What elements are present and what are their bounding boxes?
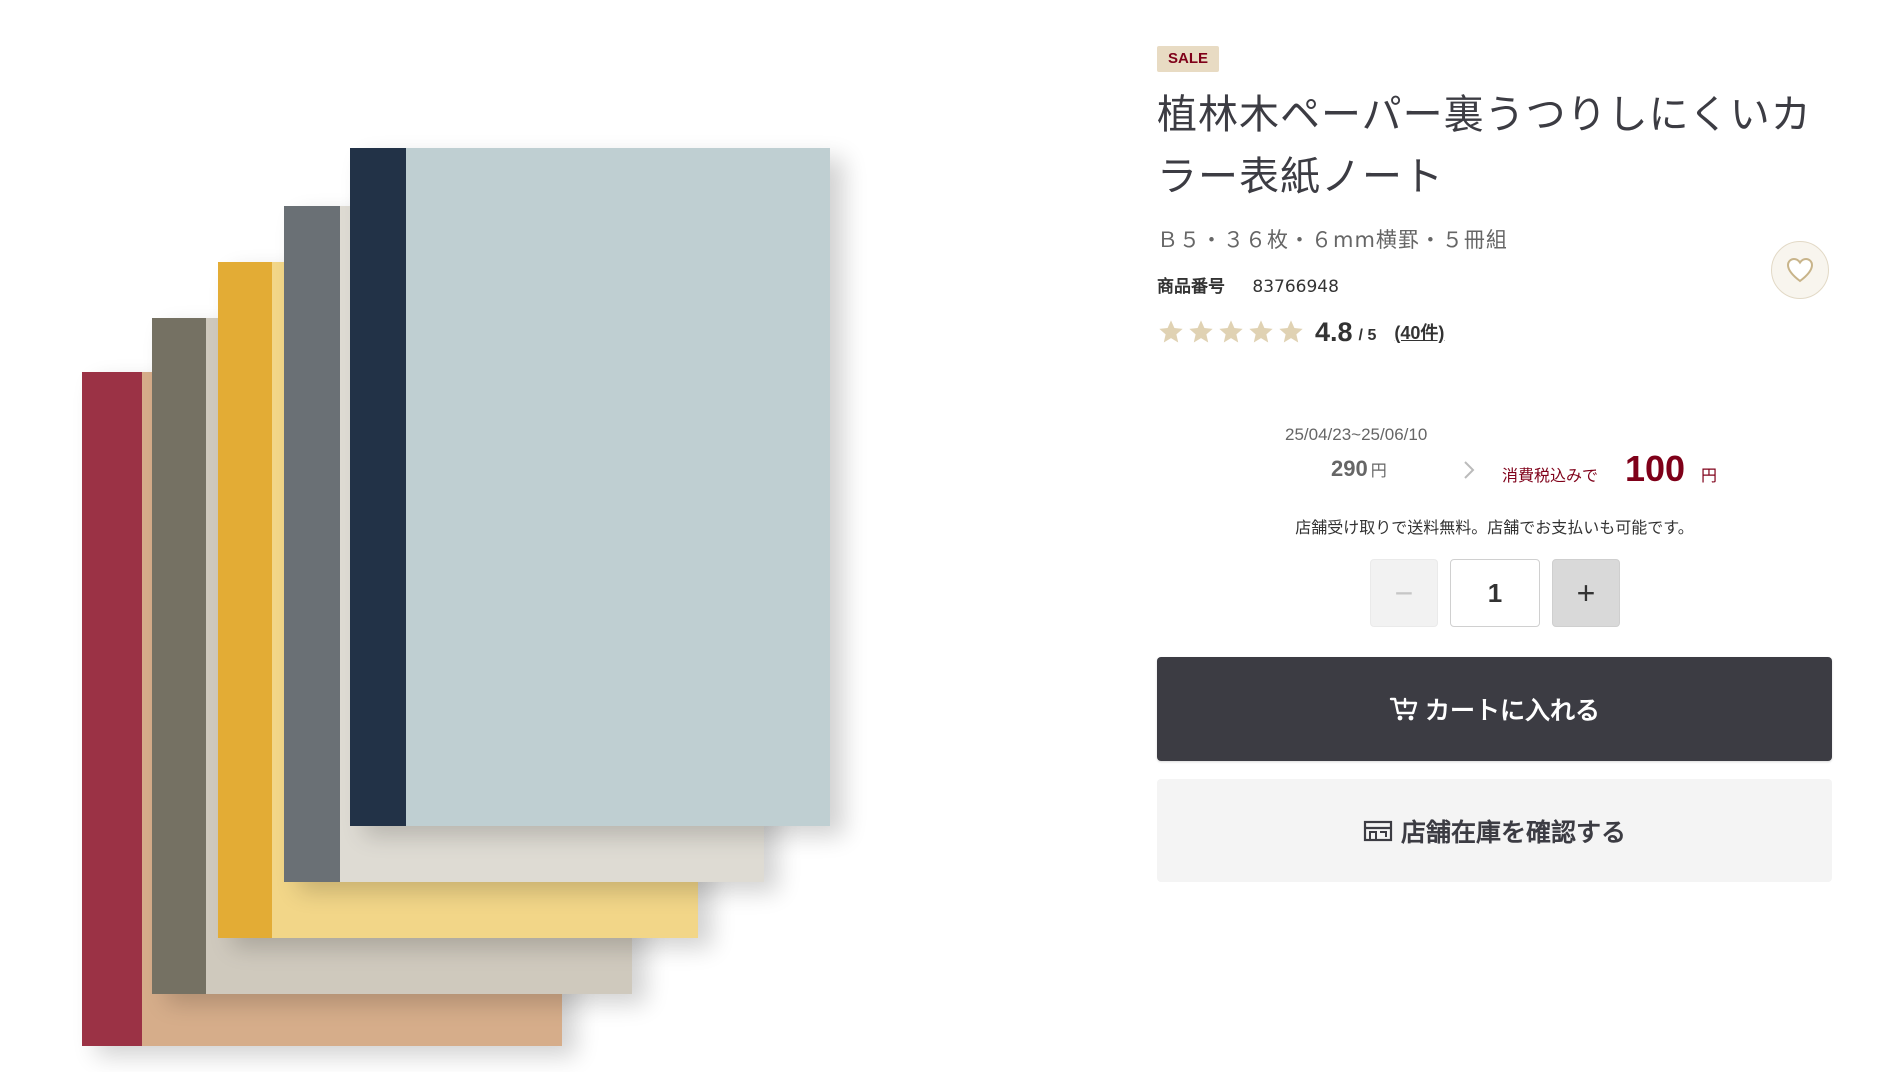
rating-value: 4.8 — [1315, 316, 1353, 347]
product-title: 植林木ペーパー裏うつりしにくいカラー表紙ノート — [1157, 92, 1812, 200]
add-to-cart-label: カートに入れる — [1424, 696, 1600, 725]
check-store-stock-button[interactable]: 店舗在庫を確認する — [1157, 779, 1832, 882]
product-code-label: 商品番号 — [1157, 277, 1225, 297]
tax-included-label: 消費税込みで — [1502, 466, 1599, 485]
rating-stars — [1157, 318, 1305, 346]
review-count-link[interactable]: (40件) — [1394, 319, 1444, 345]
notebook-navy — [350, 148, 830, 826]
original-price-currency: 円 — [1370, 463, 1387, 480]
shipping-note: 店舗受け取りで送料無料。店舗でお支払いも可能です。 — [1295, 518, 1694, 537]
add-to-cart-button[interactable]: カートに入れる — [1157, 657, 1832, 761]
sale-price-currency: 円 — [1701, 466, 1718, 485]
rating: 4.8 / 5 (40件) — [1157, 312, 1444, 352]
check-store-stock-label: 店舗在庫を確認する — [1400, 817, 1626, 847]
favorite-button[interactable] — [1771, 241, 1829, 299]
star-icon — [1159, 320, 1183, 343]
quantity-stepper: − + — [1370, 559, 1620, 627]
quantity-input[interactable] — [1450, 559, 1540, 627]
quantity-decrease-button[interactable]: − — [1370, 559, 1438, 627]
sale-period: 25/04/23~25/06/10 — [1285, 425, 1428, 444]
rating-max: / 5 — [1358, 327, 1377, 344]
product-code: 商品番号 83766948 — [1157, 272, 1339, 297]
star-icon — [1219, 320, 1243, 343]
product-image — [0, 0, 1100, 1072]
product-code-value: 83766948 — [1252, 277, 1339, 297]
store-icon — [1363, 820, 1393, 841]
quantity-increase-button[interactable]: + — [1552, 559, 1620, 627]
product-spec: Ｂ５・３６枚・６mm横罫・５冊組 — [1157, 228, 1508, 252]
cart-icon — [1389, 697, 1418, 721]
star-icon — [1279, 320, 1303, 343]
heart-icon — [1786, 257, 1814, 283]
chevron-right-icon — [1464, 461, 1475, 479]
sale-badge: SALE — [1157, 46, 1220, 72]
original-price-value: 290 — [1331, 456, 1368, 481]
star-icon — [1189, 320, 1213, 343]
sale-price: 100 — [1625, 448, 1686, 489]
notebooks-illustration — [82, 148, 830, 1046]
product-info-panel: SALE 植林木ペーパー裏うつりしにくいカラー表紙ノート Ｂ５・３６枚・６mm横… — [1157, 0, 1832, 1072]
original-price: 290 円 — [1331, 456, 1387, 482]
price-row: 290 円 消費税込みで 100 円 — [1157, 448, 1832, 492]
star-icon — [1249, 320, 1273, 343]
